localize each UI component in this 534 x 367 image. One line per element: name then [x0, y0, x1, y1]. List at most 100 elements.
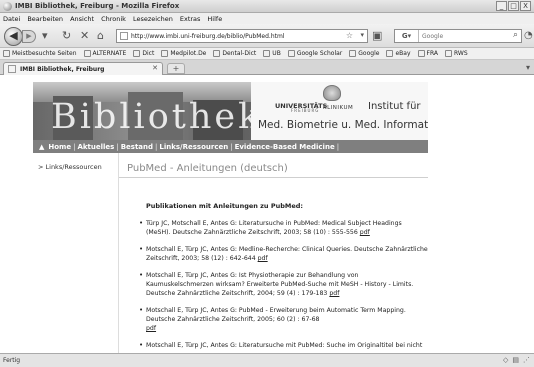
- pdf-link[interactable]: pdf: [258, 255, 268, 262]
- publication-citation: Motschall E, Türp JC, Antes G: Medline-R…: [146, 246, 428, 262]
- menu-datei[interactable]: Datei: [3, 15, 20, 23]
- banner-bibliothek-text: Bibliothek: [51, 97, 263, 137]
- active-tab[interactable]: IMBI Bibliothek, Freiburg ✕: [3, 62, 163, 75]
- menu-bearbeiten[interactable]: Bearbeiten: [27, 15, 63, 23]
- publication-citation: Motschall E, Türp JC, Antes G: Ist Physi…: [146, 272, 414, 297]
- list-item: Motschall E, Türp JC, Antes G: Ist Physi…: [139, 271, 428, 298]
- nav-separator: |: [230, 142, 233, 151]
- bookmark-icon: [133, 50, 141, 57]
- institut-fuer: Institut für: [368, 101, 421, 112]
- nav-links-ressourcen[interactable]: Links/Ressourcen: [159, 143, 228, 151]
- search-engine-icon[interactable]: G▾: [395, 30, 419, 42]
- addon-status-icon[interactable]: ◇: [503, 356, 508, 364]
- list-item: Motschall E, Türp JC, Antes G: Medline-R…: [139, 245, 428, 263]
- bookmark-icon: [83, 50, 91, 57]
- resize-grip-icon[interactable]: ⋰: [523, 356, 530, 364]
- institut-name: Med. Biometrie u. Med. Informatik: [258, 119, 428, 131]
- bookmark-star-icon[interactable]: ☆: [346, 31, 353, 40]
- menu-bar: Datei Bearbeiten Ansicht Chronik Lesezei…: [0, 13, 534, 24]
- logo-klinikum: KLINIKUM: [323, 105, 354, 111]
- tab-bar: IMBI Bibliothek, Freiburg ✕ + ▾: [0, 60, 534, 75]
- bookmark-item[interactable]: UB: [263, 50, 281, 57]
- tab-close-icon[interactable]: ✕: [152, 64, 158, 72]
- navigation-toolbar: ◀ ▶ ▾ ↻ ✕ ⌂ http://www.imbi.uni-freiburg…: [0, 24, 534, 48]
- forward-button[interactable]: ▶: [22, 30, 36, 43]
- publication-list-section: Publikationen mit Anleitungen zu PubMed:…: [139, 202, 428, 353]
- university-seal-icon: [323, 85, 341, 101]
- menu-extras[interactable]: Extras: [180, 15, 201, 23]
- download-status-icon[interactable]: ▤: [512, 356, 519, 364]
- window-titlebar: IMBI Bibliothek, Freiburg - Mozilla Fire…: [0, 0, 534, 13]
- search-input[interactable]: [422, 32, 502, 40]
- menu-chronik[interactable]: Chronik: [101, 15, 126, 23]
- bookmark-item[interactable]: eBay: [386, 50, 411, 57]
- menu-ansicht[interactable]: Ansicht: [70, 15, 94, 23]
- close-button[interactable]: X: [520, 1, 531, 11]
- heading-divider: [119, 177, 428, 178]
- menu-hilfe[interactable]: Hilfe: [207, 15, 222, 23]
- toolbar-extra-icon[interactable]: ◔: [524, 30, 533, 41]
- page-title: PubMed - Anleitungen (deutsch): [127, 163, 288, 174]
- site-home-icon: ▲: [39, 142, 45, 151]
- bookmark-icon: [386, 50, 394, 57]
- url-dropdown-icon[interactable]: ▾: [360, 31, 364, 39]
- tab-list-icon[interactable]: ▾: [526, 63, 530, 72]
- minimize-button[interactable]: _: [496, 1, 507, 11]
- url-text[interactable]: http://www.imbi.uni-freiburg.de/biblio/P…: [131, 33, 285, 40]
- nav-bestand[interactable]: Bestand: [121, 143, 153, 151]
- maximize-button[interactable]: □: [508, 1, 519, 11]
- publication-citation: Motschall E, Türp JC, Antes G: Literatur…: [146, 342, 423, 353]
- address-bar[interactable]: http://www.imbi.uni-freiburg.de/biblio/P…: [116, 29, 368, 43]
- bookmark-item[interactable]: Google: [349, 50, 379, 57]
- bookmark-icon: [417, 50, 425, 57]
- bookmark-item[interactable]: Medpilot.De: [161, 50, 206, 57]
- sidebar-link-links-ressourcen[interactable]: > Links/Ressourcen: [38, 163, 102, 171]
- status-text: Fertig: [3, 357, 21, 364]
- publication-citation: Motschall E, Türp JC, Antes G: PubMed - …: [146, 307, 406, 323]
- left-sidebar: > Links/Ressourcen: [33, 153, 119, 353]
- nav-separator: |: [73, 142, 76, 151]
- pdf-link[interactable]: pdf: [360, 229, 370, 236]
- institute-logo: UNIVERSITÄTS KLINIKUM FREIBURG Institut …: [251, 82, 428, 140]
- window-controls: _ □ X: [496, 1, 531, 11]
- bookmark-icon: [213, 50, 221, 57]
- status-icons: ◇ ▤ ⋰: [503, 356, 530, 364]
- bookmark-item[interactable]: FRA: [417, 50, 438, 57]
- nav-evidence-based-medicine[interactable]: Evidence-Based Medicine: [235, 143, 335, 151]
- addon-icon[interactable]: ▣: [372, 29, 382, 43]
- list-item: Türp JC, Motschall E, Antes G: Literatur…: [139, 219, 428, 237]
- site-navigation: ▲ Home | Aktuelles | Bestand | Links/Res…: [33, 140, 428, 153]
- bookmark-item[interactable]: Meistbesuchte Seiten: [3, 50, 77, 57]
- bookmark-icon: [3, 50, 10, 57]
- list-item: Motschall E, Türp JC, Antes G: PubMed - …: [139, 306, 428, 333]
- pdf-link[interactable]: pdf: [146, 325, 156, 332]
- publication-list: Türp JC, Motschall E, Antes G: Literatur…: [139, 219, 428, 353]
- reload-icon[interactable]: ↻: [62, 29, 71, 43]
- section-title: Publikationen mit Anleitungen zu PubMed:: [146, 202, 303, 210]
- page-viewport: Bibliothek UNIVERSITÄTS KLINIKUM FREIBUR…: [0, 76, 534, 353]
- bookmarks-toolbar: Meistbesuchte Seiten ALTERNATE Dict Medp…: [0, 48, 534, 60]
- tab-favicon: [8, 65, 16, 73]
- menu-lesezeichen[interactable]: Lesezeichen: [133, 15, 173, 23]
- stop-icon[interactable]: ✕: [80, 29, 89, 43]
- firefox-icon: [3, 1, 12, 11]
- nav-separator: |: [116, 142, 119, 151]
- home-icon[interactable]: ⌂: [97, 29, 104, 43]
- bookmark-item[interactable]: RWS: [444, 50, 468, 57]
- pdf-link[interactable]: pdf: [329, 290, 339, 297]
- nav-aktuelles[interactable]: Aktuelles: [77, 143, 114, 151]
- bookmark-item[interactable]: Dict: [133, 50, 154, 57]
- window-title: IMBI Bibliothek, Freiburg - Mozilla Fire…: [15, 2, 180, 10]
- bookmark-item[interactable]: ALTERNATE: [83, 50, 126, 57]
- new-tab-button[interactable]: +: [167, 63, 185, 74]
- bookmark-icon: [349, 50, 357, 57]
- bookmark-item[interactable]: Google Scholar: [287, 50, 342, 57]
- list-item: Motschall E, Türp JC, Antes G: Literatur…: [139, 341, 428, 353]
- bookmark-icon: [444, 50, 452, 57]
- bookmark-item[interactable]: Dental-Dict: [213, 50, 256, 57]
- back-button[interactable]: ◀: [4, 27, 23, 46]
- search-box[interactable]: G▾ ⌕: [394, 29, 522, 43]
- search-icon[interactable]: ⌕: [513, 30, 518, 40]
- nav-home[interactable]: Home: [48, 143, 71, 151]
- history-dropdown-icon[interactable]: ▾: [42, 29, 48, 43]
